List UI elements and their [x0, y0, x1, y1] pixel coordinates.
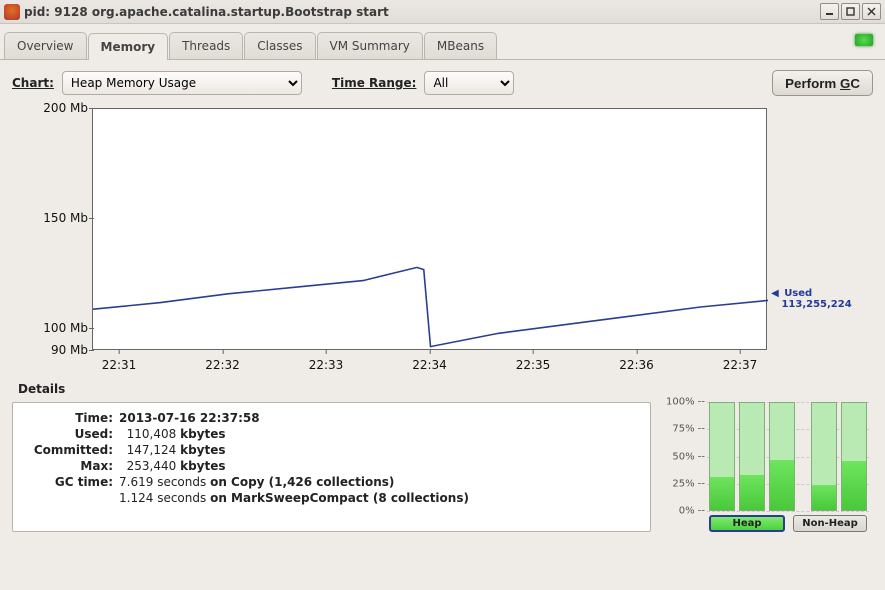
time-range-label: Time Range:: [332, 76, 417, 90]
chart-series-name: Used: [784, 288, 812, 299]
max-label: Max:: [23, 459, 119, 473]
y-tick: 100 Mb: [12, 321, 88, 335]
time-value: 2013-07-16 22:37:58: [119, 411, 260, 425]
maximize-button[interactable]: [841, 3, 860, 20]
x-tick: 22:32: [205, 358, 240, 372]
y-tick: 200 Mb: [12, 101, 88, 115]
connection-status-icon: [855, 34, 873, 46]
bar-fill: [740, 475, 764, 510]
chart-plot-area[interactable]: [92, 108, 767, 350]
tab-mbeans[interactable]: MBeans: [424, 32, 497, 59]
heap-pool-bar-0[interactable]: [709, 402, 735, 511]
bar-fill: [710, 477, 734, 510]
x-tick: 22:36: [619, 358, 654, 372]
minimize-button[interactable]: [820, 3, 839, 20]
bar-fill: [812, 485, 836, 510]
heap-toggle[interactable]: Heap: [709, 515, 785, 532]
title-bar: pid: 9128 org.apache.catalina.startup.Bo…: [0, 0, 885, 24]
memory-pool-bars: 100% --75% --50% --25% --0% -- Heap Non-…: [663, 402, 873, 532]
tab-bar: Overview Memory Threads Classes VM Summa…: [0, 24, 885, 60]
gc2-unit: seconds: [157, 491, 206, 505]
x-tick: 22:37: [723, 358, 758, 372]
close-button[interactable]: [862, 3, 881, 20]
time-label: Time:: [23, 411, 119, 425]
gc1-unit: seconds: [157, 475, 206, 489]
chart-series-value: 113,255,224: [781, 299, 851, 310]
max-value: 253,440: [127, 459, 177, 473]
pct-gridline: [707, 511, 869, 512]
pct-label: 100% --: [663, 397, 705, 408]
gc2-seconds: 1.124: [119, 491, 153, 505]
committed-unit: kbytes: [180, 443, 225, 457]
gc-button-suffix: C: [850, 76, 860, 91]
x-tick: 22:33: [309, 358, 344, 372]
details-header: Details: [18, 382, 873, 396]
committed-label: Committed:: [23, 443, 119, 457]
pct-label: 50% --: [663, 451, 705, 462]
x-tick: 22:31: [102, 358, 137, 372]
pct-label: 25% --: [663, 478, 705, 489]
max-unit: kbytes: [180, 459, 225, 473]
used-value: 110,408: [127, 427, 177, 441]
chart-current-value: ▶ Used 113,255,224: [771, 288, 871, 310]
tab-overview[interactable]: Overview: [4, 32, 87, 59]
tab-memory[interactable]: Memory: [88, 33, 169, 60]
chart-line: [93, 109, 768, 351]
gctime-label: GC time:: [23, 475, 119, 489]
tab-threads[interactable]: Threads: [169, 32, 243, 59]
bar-fill: [770, 460, 794, 510]
details-panel: Time: 2013-07-16 22:37:58 Used: 110,408 …: [12, 402, 651, 532]
chart-label: Chart:: [12, 76, 54, 90]
bar-fill: [842, 461, 866, 510]
gc-button-mnemonic: G: [840, 76, 850, 91]
gc1-desc: on Copy (1,426 collections): [210, 475, 394, 489]
pct-label: 0% --: [663, 506, 705, 517]
nonheap-pool-bar-1[interactable]: [841, 402, 867, 511]
gc-button-prefix: Perform: [785, 76, 840, 91]
pct-label: 75% --: [663, 424, 705, 435]
tab-classes[interactable]: Classes: [244, 32, 315, 59]
nonheap-pool-bar-0[interactable]: [811, 402, 837, 511]
java-cup-icon: [4, 4, 20, 20]
x-tick: 22:35: [516, 358, 551, 372]
gc2-desc: on MarkSweepCompact (8 collections): [210, 491, 469, 505]
maximize-icon: [846, 7, 855, 16]
chart-controls: Chart: Heap Memory Usage Time Range: All…: [12, 70, 873, 96]
committed-value: 147,124: [127, 443, 177, 457]
y-tick: 150 Mb: [12, 211, 88, 225]
nonheap-toggle[interactable]: Non-Heap: [793, 515, 867, 532]
time-range-select[interactable]: All: [424, 71, 514, 95]
pointer-left-icon: ▶: [771, 288, 779, 299]
minimize-icon: [825, 7, 834, 16]
y-tick: 90 Mb: [12, 343, 88, 357]
heap-pool-bar-1[interactable]: [739, 402, 765, 511]
heap-pool-bar-2[interactable]: [769, 402, 795, 511]
perform-gc-button[interactable]: Perform GC: [772, 70, 873, 96]
used-unit: kbytes: [180, 427, 225, 441]
gc1-seconds: 7.619: [119, 475, 153, 489]
x-tick: 22:34: [412, 358, 447, 372]
used-label: Used:: [23, 427, 119, 441]
tab-vmsummary[interactable]: VM Summary: [317, 32, 423, 59]
close-icon: [867, 7, 876, 16]
chart-select[interactable]: Heap Memory Usage: [62, 71, 302, 95]
window-title: pid: 9128 org.apache.catalina.startup.Bo…: [24, 5, 389, 19]
memory-chart: ▶ Used 113,255,224 90 Mb 100 Mb 150 Mb 200 …: [12, 104, 873, 374]
